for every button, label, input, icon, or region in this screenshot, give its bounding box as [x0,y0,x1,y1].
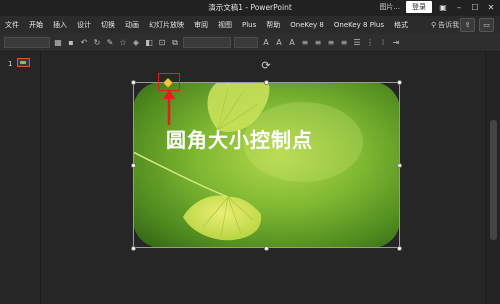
increase-font-icon[interactable]: A [261,38,271,48]
quick-toolbar: ▦ ▪ ↶ ↻ ✎ ☆ ◈ ◧ ⊡ ⧉ A A A ≡ ≡ ≡ ≡ ☰ ⋮ ⁝ … [0,34,500,52]
tab-transitions[interactable]: 切换 [96,20,120,30]
comments-icon[interactable]: ▭ [479,18,494,32]
ribbon-display-icon[interactable]: ▣ [438,2,448,12]
undo-icon[interactable]: ↶ [79,38,89,48]
justify-icon[interactable]: ≡ [339,38,349,48]
font-size-box[interactable] [234,37,258,48]
tab-file[interactable]: 文件 [0,20,24,30]
resize-handle-bottom[interactable] [264,246,269,251]
resize-handle-bottom-left[interactable] [131,246,136,251]
share-buttons: ⇪ ▭ [460,18,494,32]
tab-slideshow[interactable]: 幻灯片放映 [144,20,189,30]
vertical-scrollbar[interactable] [485,52,500,304]
redo-icon[interactable]: ↻ [92,38,102,48]
ribbon-tabs: 文件 开始 插入 设计 切换 动画 幻灯片放映 审阅 视图 Plus 帮助 On… [0,16,500,34]
fill-icon[interactable]: ◧ [144,38,154,48]
resize-handle-right[interactable] [397,163,402,168]
tab-review[interactable]: 审阅 [189,20,213,30]
tab-home[interactable]: 开始 [24,20,48,30]
share-icon[interactable]: ⇪ [460,18,475,32]
tab-help[interactable]: 帮助 [261,20,285,30]
picture-tools-label: 图片... [379,3,400,11]
align-left-icon[interactable]: ≡ [300,38,310,48]
resize-handle-top[interactable] [264,80,269,85]
title-bar: 演示文稿1 - PowerPoint 图片... 登录 ▣ – ☐ ✕ [0,0,500,16]
line-spacing-icon[interactable]: ☰ [352,38,362,48]
shapes-icon[interactable]: ◈ [131,38,141,48]
annotation-arrow-icon [163,89,175,125]
resize-handle-left[interactable] [131,163,136,168]
rotate-handle-icon[interactable]: ⟳ [260,60,272,72]
font-name-box[interactable] [183,37,231,48]
tell-me-search[interactable]: ⚲ 告诉我 [431,20,459,30]
tab-insert[interactable]: 插入 [48,20,72,30]
tab-onekey8-plus[interactable]: OneKey 8 Plus [329,21,389,29]
resize-handle-top-left[interactable] [131,80,136,85]
font-color-icon[interactable]: A [287,38,297,48]
resize-handle-bottom-right[interactable] [397,246,402,251]
picture-icon[interactable]: ▦ [53,38,63,48]
tab-plus[interactable]: Plus [237,21,261,29]
tab-view[interactable]: 视图 [213,20,237,30]
slide-thumbnail-1[interactable] [17,58,30,67]
indent-icon[interactable]: ⇥ [391,38,401,48]
close-icon[interactable]: ✕ [486,2,496,12]
pen-icon[interactable]: ✎ [105,38,115,48]
star-icon[interactable]: ☆ [118,38,128,48]
tab-format[interactable]: 格式 [389,20,413,30]
align-right-icon[interactable]: ≡ [326,38,336,48]
tab-onekey8[interactable]: OneKey 8 [285,21,329,29]
scrollbar-thumb[interactable] [490,120,497,240]
signin-button[interactable]: 登录 [406,1,432,13]
slide-thumbnail-pane [0,52,41,304]
save-icon[interactable]: ▪ [66,38,76,48]
maximize-icon[interactable]: ☐ [470,2,480,12]
minimize-icon[interactable]: – [454,2,464,12]
shape-style-dropdown[interactable] [4,37,50,48]
tab-design[interactable]: 设计 [72,20,96,30]
tab-animations[interactable]: 动画 [120,20,144,30]
decrease-font-icon[interactable]: A [274,38,284,48]
align-center-icon[interactable]: ≡ [313,38,323,48]
resize-handle-top-right[interactable] [397,80,402,85]
bullets-icon[interactable]: ⋮ [365,38,375,48]
slide-number: 1 [8,60,13,68]
titlebar-controls: 图片... 登录 ▣ – ☐ ✕ [379,1,496,13]
crop-icon[interactable]: ⊡ [157,38,167,48]
tell-me-label: 告诉我 [438,21,460,29]
lightbulb-icon: ⚲ [430,21,437,29]
numbering-icon[interactable]: ⁝ [378,38,388,48]
arrange-icon[interactable]: ⧉ [170,38,180,48]
